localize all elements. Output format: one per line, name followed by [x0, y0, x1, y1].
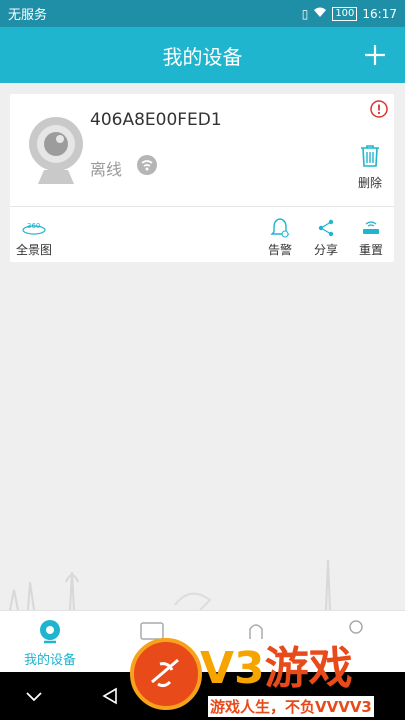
watermark-logo-cn: 游戏: [264, 643, 353, 694]
add-device-button[interactable]: [357, 37, 393, 73]
bell-icon: [270, 218, 290, 238]
reset-button[interactable]: 重置: [357, 215, 385, 258]
app-header: 我的设备: [0, 27, 405, 83]
device-card[interactable]: 406A8E00FED1 离线 删除 360 全景图 告警 分享 重置: [10, 94, 394, 262]
page-title: 我的设备: [162, 44, 243, 69]
alert-icon[interactable]: [370, 100, 388, 118]
alarm-label: 告警: [267, 243, 292, 257]
panorama-button[interactable]: 360 全景图: [14, 215, 54, 258]
status-icons: ▯ 100 16:17: [301, 6, 397, 21]
vibrate-icon: ▯: [301, 6, 309, 21]
battery-icon: 100: [332, 6, 358, 21]
panorama-badge: 360: [27, 222, 40, 230]
delete-label: 删除: [357, 176, 382, 190]
camera-icon: [29, 117, 83, 184]
device-actions: 360 全景图 告警 分享 重置: [10, 207, 394, 262]
wifi-icon: [313, 7, 327, 21]
alarm-button[interactable]: 告警: [266, 215, 294, 258]
watermark: V3游戏 游戏人生，不负VVVV3: [118, 636, 405, 720]
device-status: 离线: [90, 160, 123, 179]
device-id: 406A8E00FED1: [90, 110, 222, 130]
router-icon: [363, 221, 379, 234]
share-icon: [318, 219, 334, 237]
delete-button[interactable]: 删除: [356, 144, 384, 191]
chevron-down-icon[interactable]: [24, 686, 44, 706]
watermark-tagline: 游戏人生，不负VVVV3: [208, 696, 374, 717]
back-triangle-icon[interactable]: [100, 686, 120, 706]
camera-tab-icon: [40, 620, 60, 644]
plus-icon: [365, 45, 385, 65]
background-decoration: [9, 560, 331, 610]
clock-text: 16:17: [362, 6, 397, 21]
watermark-logo-text: V3: [200, 643, 265, 694]
status-bar: 无服务 ▯ 100 16:17: [0, 0, 405, 27]
tab-my-devices[interactable]: 我的设备: [20, 619, 80, 668]
watermark-logo: V3游戏: [200, 632, 353, 696]
signal-off-icon: [137, 155, 157, 175]
device-card-info[interactable]: 406A8E00FED1 离线 删除: [10, 94, 394, 207]
watermark-logo-icon: [130, 638, 202, 710]
panorama-icon: 360: [22, 222, 46, 235]
share-button[interactable]: 分享: [312, 215, 340, 258]
tab-my-devices-label: 我的设备: [23, 653, 76, 668]
share-label: 分享: [313, 243, 338, 257]
reset-label: 重置: [358, 243, 383, 257]
trash-icon: [361, 145, 379, 167]
carrier-text: 无服务: [8, 8, 48, 23]
panorama-label: 全景图: [15, 243, 52, 257]
